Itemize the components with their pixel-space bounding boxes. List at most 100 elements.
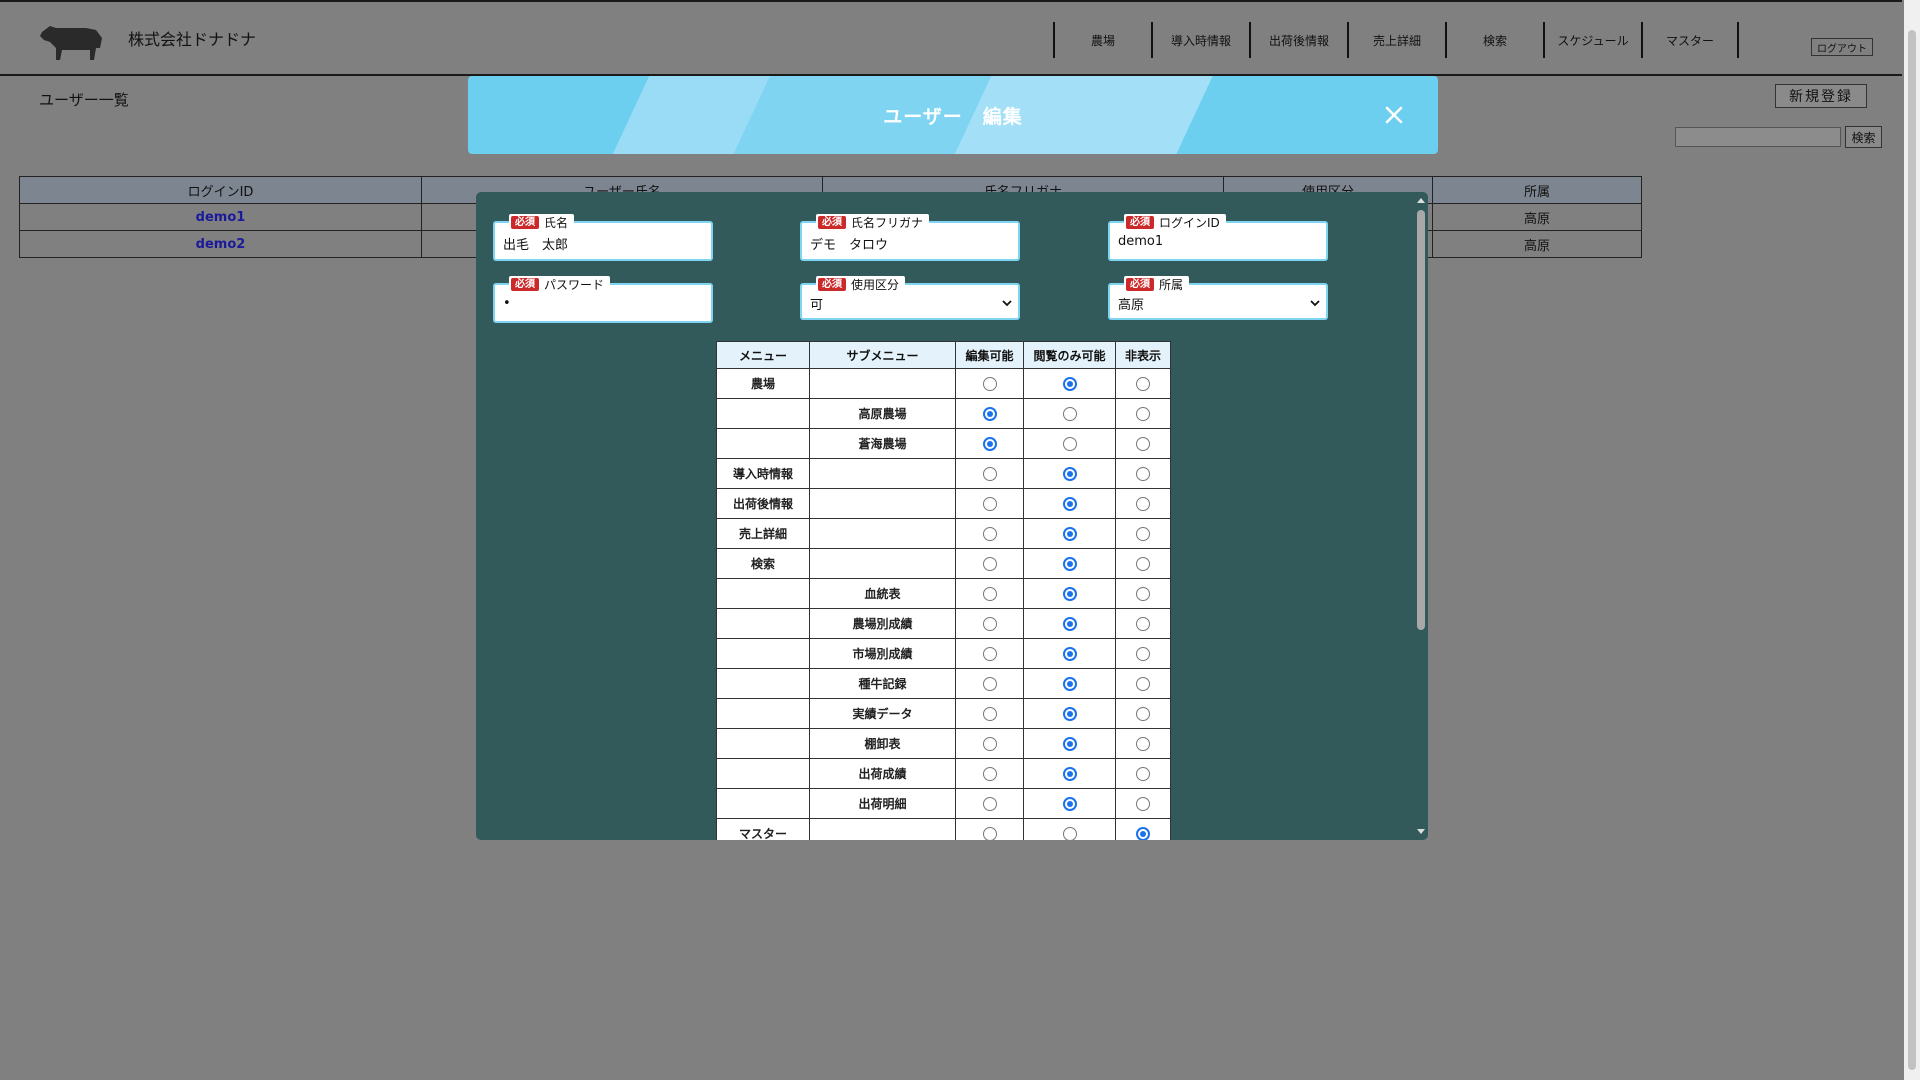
hidden-radio[interactable] (1136, 526, 1150, 541)
hidden-radio[interactable] (1136, 556, 1150, 571)
hidden-radio[interactable] (1136, 436, 1150, 451)
permission-row: 出荷成績 (716, 758, 1171, 789)
editable-radio[interactable] (982, 586, 997, 601)
radio-cell (1115, 638, 1171, 669)
editable-radio[interactable] (982, 676, 997, 691)
radio-cell (1115, 818, 1171, 840)
submenu-cell: 種牛記録 (809, 668, 956, 699)
app-header: 株式会社ドナドナ 農場 導入時情報 出荷後情報 売上詳細 検索 スケジュール マ… (0, 0, 1902, 76)
nav-search[interactable]: 検索 (1445, 22, 1543, 58)
submenu-cell (809, 818, 956, 840)
nav-farm[interactable]: 農場 (1053, 22, 1151, 58)
menu-cell: マスター (716, 818, 810, 840)
hidden-radio[interactable] (1136, 736, 1150, 751)
submenu-cell: 実績データ (809, 698, 956, 729)
view-only-radio[interactable] (1062, 526, 1077, 541)
radio-cell (955, 728, 1024, 759)
radio-cell (1023, 608, 1116, 639)
hidden-radio[interactable] (1136, 496, 1150, 511)
editable-radio[interactable] (982, 526, 997, 541)
editable-radio[interactable] (982, 796, 997, 811)
radio-cell (1115, 668, 1171, 699)
editable-radio[interactable] (982, 406, 997, 421)
radio-cell (955, 368, 1024, 399)
hidden-radio[interactable] (1136, 406, 1150, 421)
hidden-radio[interactable] (1136, 466, 1150, 481)
radio-cell (1023, 788, 1116, 819)
close-icon[interactable] (1380, 101, 1408, 129)
view-only-radio[interactable] (1062, 826, 1077, 840)
menu-cell (716, 758, 810, 789)
logout-button[interactable]: ログアウト (1811, 38, 1873, 56)
hidden-radio[interactable] (1136, 766, 1150, 781)
view-only-radio[interactable] (1062, 706, 1077, 721)
menu-cell: 検索 (716, 548, 810, 579)
hidden-radio[interactable] (1136, 616, 1150, 631)
view-only-radio[interactable] (1062, 796, 1077, 811)
editable-radio[interactable] (982, 826, 997, 840)
submenu-cell (809, 458, 956, 489)
page-scroll-thumb[interactable] (1908, 30, 1916, 1070)
submenu-cell: 農場別成績 (809, 608, 956, 639)
view-only-radio[interactable] (1062, 676, 1077, 691)
user-link[interactable]: demo1 (196, 210, 246, 225)
scroll-down-icon[interactable] (1416, 826, 1426, 836)
hidden-radio[interactable] (1136, 706, 1150, 721)
nav-master[interactable]: マスター (1641, 22, 1739, 58)
menu-cell (716, 728, 810, 759)
scroll-thumb[interactable] (1417, 210, 1425, 630)
editable-radio[interactable] (982, 616, 997, 631)
view-only-radio[interactable] (1062, 466, 1077, 481)
view-only-radio[interactable] (1062, 406, 1077, 421)
view-only-radio[interactable] (1062, 376, 1077, 391)
view-only-radio[interactable] (1062, 556, 1077, 571)
hidden-radio[interactable] (1136, 376, 1150, 391)
submenu-cell (809, 488, 956, 519)
view-only-radio[interactable] (1062, 646, 1077, 661)
login-id-cell: demo1 (19, 203, 422, 231)
new-register-button[interactable]: 新規登録 (1775, 84, 1867, 108)
view-only-radio[interactable] (1062, 616, 1077, 631)
user-link[interactable]: demo2 (196, 237, 246, 252)
modal-scrollbar[interactable] (1414, 194, 1428, 838)
editable-radio[interactable] (982, 376, 997, 391)
radio-cell (1115, 758, 1171, 789)
permission-scroll-area: メニュー サブメニュー 編集可能 閲覧のみ可能 非表示 農場 高原農場 蒼海農場 導入… (476, 192, 1414, 840)
scroll-up-icon[interactable] (1416, 196, 1426, 206)
view-only-radio[interactable] (1062, 736, 1077, 751)
permission-row: 出荷明細 (716, 788, 1171, 819)
radio-cell (1023, 728, 1116, 759)
page-scrollbar[interactable] (1904, 0, 1920, 1080)
modal-header: ユーザー 編集 (468, 76, 1438, 154)
permission-rows: 農場 高原農場 蒼海農場 導入時情報 出荷後情報 売上詳細 検索 血統表 農場別成績 市場別成績種… (716, 368, 1171, 840)
editable-radio[interactable] (982, 736, 997, 751)
radio-cell (1023, 758, 1116, 789)
nav-schedule[interactable]: スケジュール (1543, 22, 1641, 58)
search-button[interactable]: 検索 (1845, 126, 1882, 148)
submenu-cell (809, 368, 956, 399)
hidden-radio[interactable] (1136, 676, 1150, 691)
hidden-radio[interactable] (1136, 586, 1150, 601)
nav-sales-detail[interactable]: 売上詳細 (1347, 22, 1445, 58)
nav-intro-info[interactable]: 導入時情報 (1151, 22, 1249, 58)
hidden-radio[interactable] (1136, 646, 1150, 661)
radio-cell (955, 698, 1024, 729)
hidden-radio[interactable] (1136, 796, 1150, 811)
hidden-radio[interactable] (1136, 826, 1150, 840)
editable-radio[interactable] (982, 766, 997, 781)
editable-radio[interactable] (982, 706, 997, 721)
editable-radio[interactable] (982, 496, 997, 511)
editable-radio[interactable] (982, 436, 997, 451)
view-only-radio[interactable] (1062, 496, 1077, 511)
editable-radio[interactable] (982, 556, 997, 571)
editable-radio[interactable] (982, 466, 997, 481)
radio-cell (1115, 728, 1171, 759)
permission-row: 蒼海農場 (716, 428, 1171, 459)
radio-cell (1115, 428, 1171, 459)
view-only-radio[interactable] (1062, 586, 1077, 601)
search-input[interactable] (1675, 127, 1841, 147)
view-only-radio[interactable] (1062, 766, 1077, 781)
nav-shipment-info[interactable]: 出荷後情報 (1249, 22, 1347, 58)
view-only-radio[interactable] (1062, 436, 1077, 451)
editable-radio[interactable] (982, 646, 997, 661)
